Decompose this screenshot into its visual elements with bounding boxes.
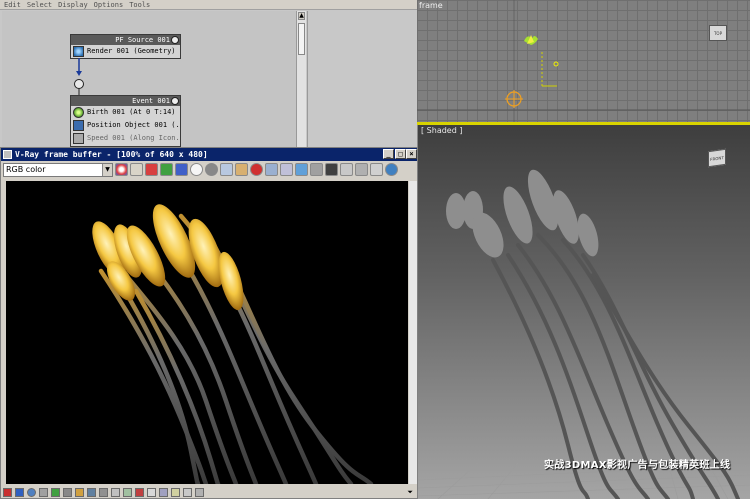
status-icon[interactable] (147, 487, 156, 497)
status-icon[interactable] (51, 487, 60, 497)
event-eye-icon[interactable] (171, 97, 179, 105)
blue-channel-button[interactable] (175, 163, 188, 176)
position-operator-icon (73, 120, 84, 131)
channel-select-value: RGB color (6, 164, 46, 174)
vfb-title-bar[interactable]: V-Ray frame buffer - [100% of 640 x 480]… (1, 148, 417, 161)
rendered-tentacles (92, 204, 374, 484)
top-viewport-scene (417, 0, 750, 122)
viewcube-icon[interactable]: TOP (709, 25, 727, 41)
stamp-button[interactable] (355, 163, 368, 176)
maximize-button[interactable]: □ (395, 149, 406, 159)
particle-view-menubar: Edit Select Display Options Tools (0, 0, 417, 10)
status-icon[interactable] (123, 487, 132, 497)
separator-icon (130, 163, 143, 176)
status-icon[interactable] (195, 487, 204, 497)
close-button[interactable]: × (406, 149, 417, 159)
particle-view-scrollbar[interactable]: ▲ (296, 11, 306, 147)
viewcube-face: FRONT (710, 155, 724, 162)
alpha-channel-button[interactable] (190, 163, 203, 176)
speed-operator-icon (73, 133, 84, 144)
node-operator-row[interactable]: Speed 001 (Along Icon... (71, 132, 180, 145)
color-mode-icon[interactable] (115, 163, 128, 176)
menu-select[interactable]: Select (27, 0, 52, 9)
vfb-toolbar: RGB color ▼ (1, 161, 417, 178)
status-icon[interactable] (63, 487, 72, 497)
render-image-canvas[interactable] (6, 181, 408, 484)
status-icon[interactable] (27, 487, 36, 497)
lut-button[interactable] (310, 163, 323, 176)
region-render-button[interactable] (295, 163, 308, 176)
mono-button[interactable] (205, 163, 218, 176)
particle-view-window: Edit Select Display Options Tools PF Sou… (0, 0, 417, 147)
status-icon[interactable] (99, 487, 108, 497)
clear-image-button[interactable] (250, 163, 263, 176)
top-viewport[interactable]: frame TOP (417, 0, 750, 122)
menu-tools[interactable]: Tools (129, 0, 150, 9)
status-icon[interactable] (135, 487, 144, 497)
status-icon[interactable] (15, 487, 24, 497)
watermark-text: 实战3DMAX影视广告与包装精英班上线 (544, 460, 731, 471)
history-button[interactable] (325, 163, 338, 176)
node-operator-row[interactable]: Position Object 001 (... (71, 119, 180, 132)
status-icon[interactable] (75, 487, 84, 497)
compare-button[interactable] (340, 163, 353, 176)
operator-label: Position Object 001 (... (87, 121, 180, 129)
duplicate-button[interactable] (265, 163, 278, 176)
scroll-thumb[interactable] (298, 23, 305, 55)
scroll-up-icon[interactable]: ▲ (298, 12, 305, 20)
operator-label: Speed 001 (Along Icon... (87, 134, 180, 142)
particle-view-param-panel (307, 11, 417, 147)
status-icon[interactable] (3, 487, 12, 497)
operator-label: Birth 001 (At 0 T:14) (87, 108, 176, 116)
perspective-scene (418, 169, 750, 499)
status-icon[interactable] (159, 487, 168, 497)
perspective-viewport[interactable]: [ Shaded ] FRONT 实战3DMAX影视广告与包装精英班上线 (417, 125, 750, 499)
viewcube-face: TOP (713, 31, 722, 36)
status-icon[interactable] (87, 487, 96, 497)
status-icon[interactable] (171, 487, 180, 497)
track-mouse-button[interactable] (280, 163, 293, 176)
chevron-down-icon[interactable]: ⏷ (407, 488, 413, 497)
status-icon[interactable] (39, 487, 48, 497)
vfb-title: V-Ray frame buffer - [100% of 640 x 480] (15, 150, 208, 159)
minimize-button[interactable]: _ (383, 149, 394, 159)
vfb-statusbar: ⏷ (1, 486, 417, 498)
event-title: Event 001 (132, 97, 170, 105)
red-channel-button[interactable] (145, 163, 158, 176)
node-operator-row[interactable]: Birth 001 (At 0 T:14) (71, 106, 180, 119)
channel-select[interactable]: RGB color ▼ (3, 162, 113, 177)
render-button[interactable] (385, 163, 398, 176)
menu-options[interactable]: Options (94, 0, 124, 9)
chevron-down-icon[interactable]: ▼ (102, 163, 112, 176)
green-channel-button[interactable] (160, 163, 173, 176)
vray-frame-buffer-window: V-Ray frame buffer - [100% of 640 x 480]… (0, 147, 418, 499)
viewcube-icon[interactable]: FRONT (708, 148, 726, 168)
load-image-button[interactable] (235, 163, 248, 176)
status-icon[interactable] (183, 487, 192, 497)
particle-flow-canvas[interactable]: PF Source 001 Render 001 (Geometry) Even… (2, 11, 296, 147)
vray-app-icon (3, 150, 12, 159)
menu-display[interactable]: Display (58, 0, 88, 9)
vfb-scrollbar[interactable] (409, 181, 417, 484)
birth-operator-icon (73, 107, 84, 118)
status-icon[interactable] (111, 487, 120, 497)
event-node[interactable]: Event 001 Birth 001 (At 0 T:14) Position… (70, 95, 181, 147)
menu-edit[interactable]: Edit (4, 0, 21, 9)
save-image-button[interactable] (220, 163, 233, 176)
display-correction-button[interactable] (370, 163, 383, 176)
